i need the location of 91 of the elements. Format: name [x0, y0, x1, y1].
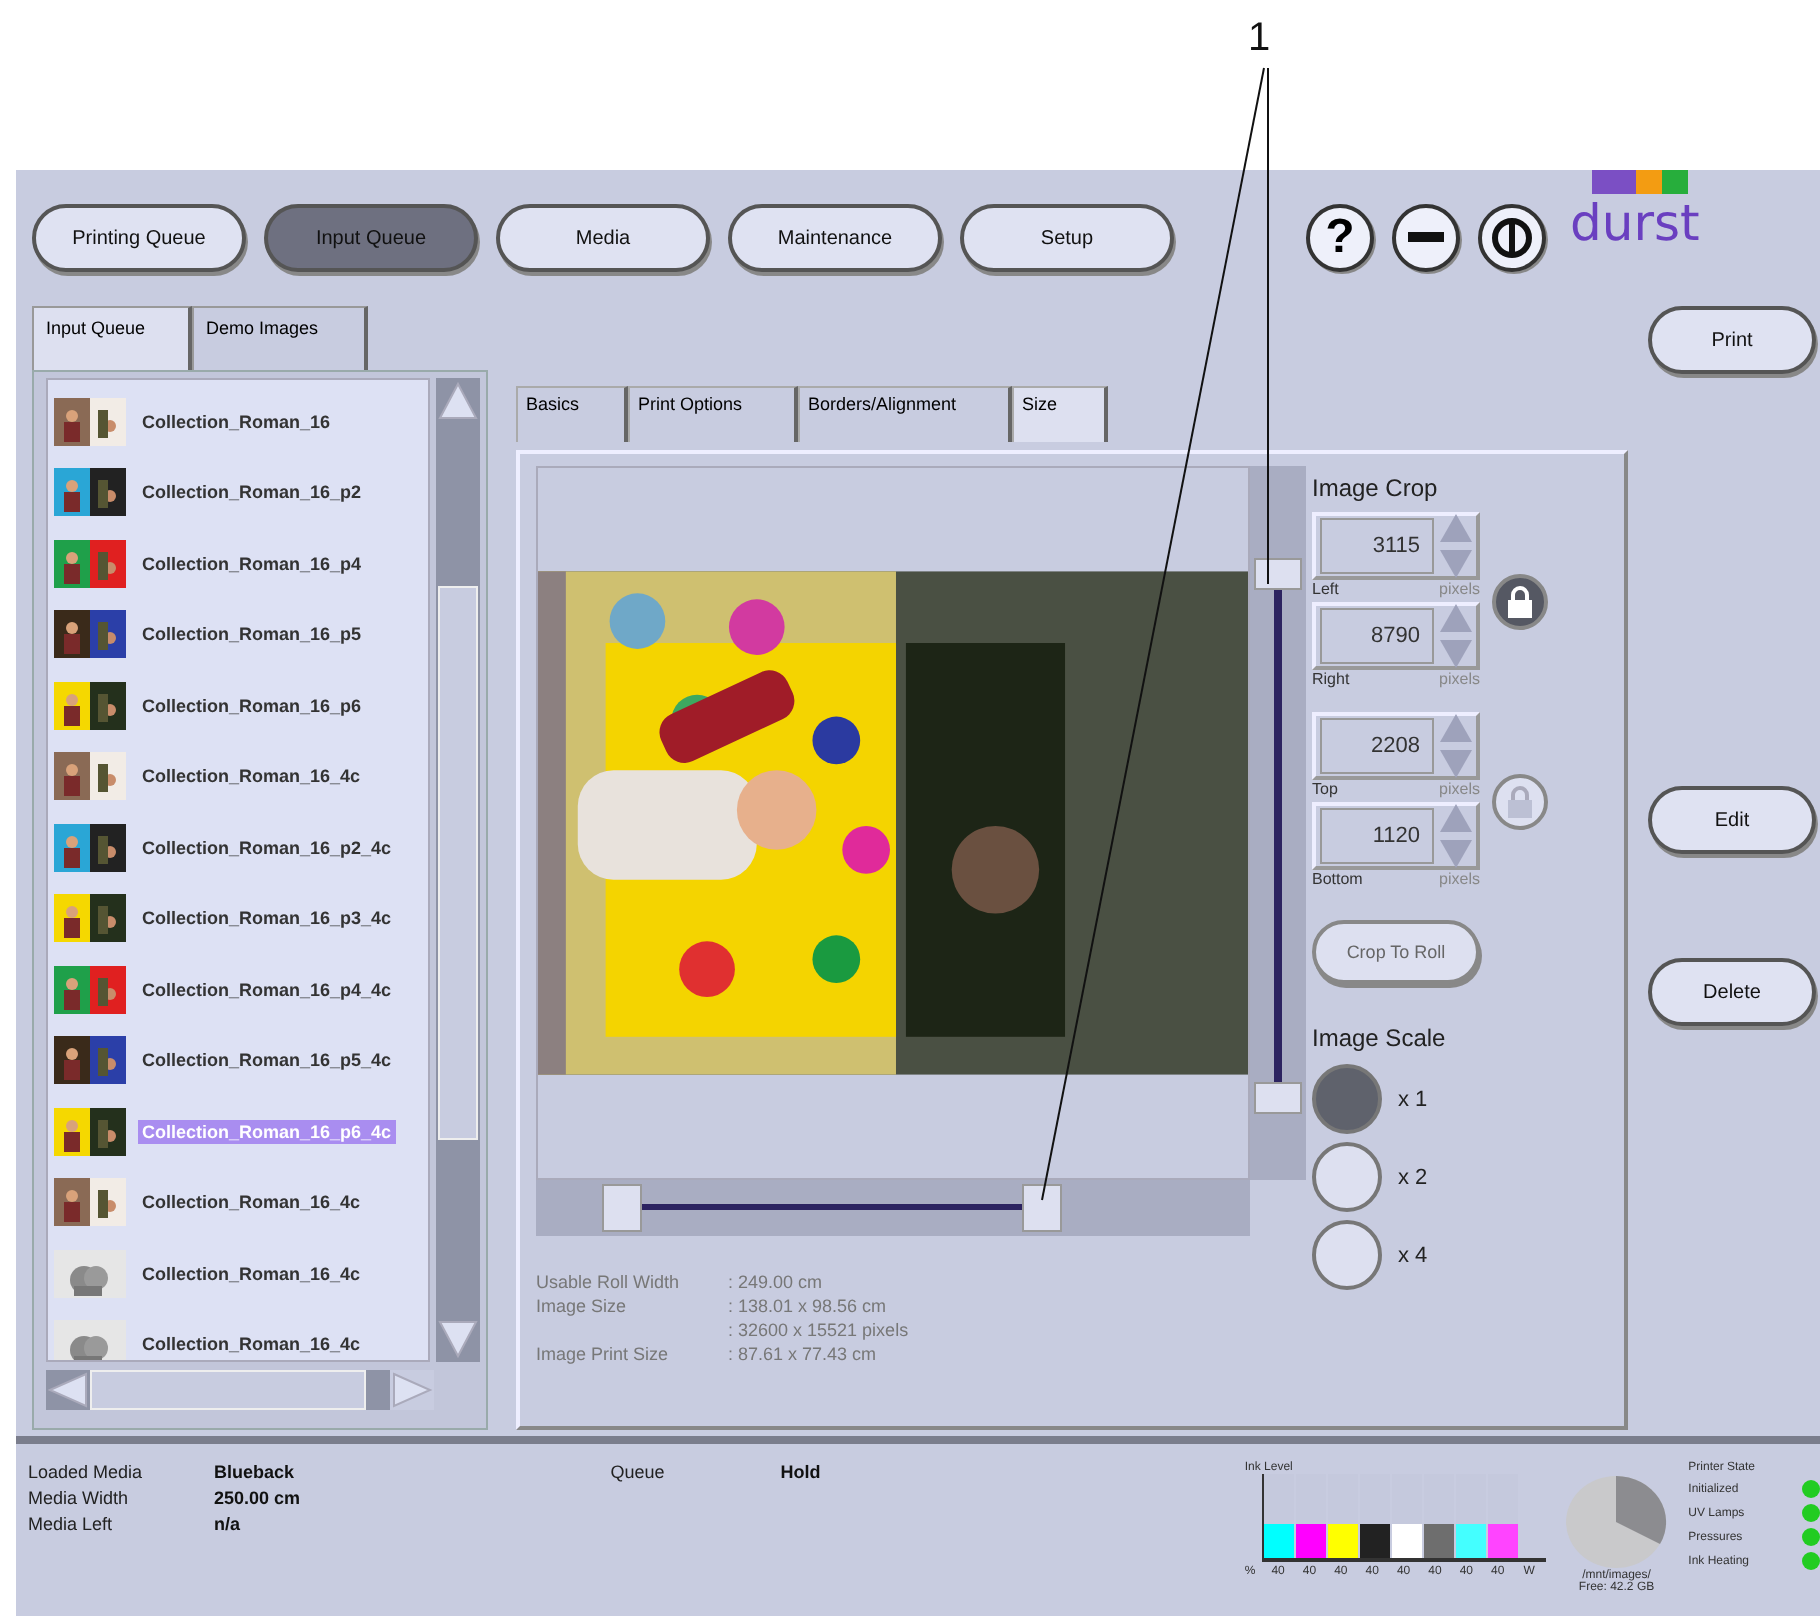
action-button[interactable]: Delete — [1648, 958, 1816, 1026]
minimize-button[interactable] — [1392, 204, 1460, 272]
spin-field[interactable]: 8790 — [1312, 602, 1480, 670]
slider-handle[interactable] — [1022, 1184, 1063, 1232]
radio-button[interactable] — [1312, 1220, 1382, 1290]
action-button[interactable]: Edit — [1648, 786, 1816, 854]
status-value: n/a — [214, 1514, 243, 1534]
field-label: Bottom — [1312, 870, 1363, 892]
nav-tab[interactable]: Printing Queue — [32, 204, 246, 272]
info-label: Usable Roll Width — [536, 1272, 682, 1292]
spin-arrows-icon — [1438, 712, 1474, 780]
section-title: Image Scale — [1312, 1024, 1448, 1052]
status-value: Hold — [780, 1462, 823, 1482]
list-item[interactable]: Collection_Roman_16_p6 — [138, 693, 366, 718]
slider-handle[interactable] — [1254, 557, 1302, 590]
help-button[interactable]: ? — [1306, 204, 1374, 272]
nav-tab[interactable]: Setup — [960, 204, 1174, 272]
radio-label: x 1 — [1398, 1087, 1428, 1111]
horizontal-slider[interactable] — [536, 1180, 1250, 1236]
callout-number: 1 — [1248, 16, 1271, 62]
status-value: Blueback — [214, 1462, 297, 1482]
info-value: : 87.61 x 77.43 cm — [728, 1344, 879, 1364]
unit-label: pixels — [1439, 780, 1480, 802]
logo-icon — [1591, 170, 1688, 194]
spin-field[interactable]: 1120 — [1312, 802, 1480, 870]
info-label: Image Print Size — [536, 1344, 671, 1364]
unit-label: pixels — [1439, 580, 1480, 602]
list-item[interactable]: Collection_Roman_16_p5 — [138, 622, 366, 647]
field-label: Top — [1312, 780, 1338, 802]
spin-arrows-icon — [1438, 512, 1474, 580]
field-label: Left — [1312, 580, 1339, 602]
list-item[interactable]: Collection_Roman_16 — [138, 409, 335, 434]
list-item[interactable]: Collection_Roman_16_p4_4c — [138, 977, 396, 1002]
nav-tab[interactable]: Maintenance — [728, 204, 942, 272]
up-arrow-icon — [436, 378, 480, 422]
status-label: Loaded Media — [28, 1462, 145, 1482]
tab[interactable]: Print Options — [628, 386, 798, 442]
left-arrow-icon — [46, 1370, 90, 1410]
list-item[interactable]: Collection_Roman_16_4c — [138, 1261, 365, 1286]
unit-label: pixels — [1439, 670, 1480, 692]
nav-tab[interactable]: Input Queue — [264, 204, 478, 272]
lock-button[interactable] — [1492, 574, 1548, 630]
list-item[interactable]: Collection_Roman_16_p3_4c — [138, 906, 396, 931]
padlock-icon — [1506, 786, 1534, 818]
tab[interactable]: Borders/Alignment — [798, 386, 1012, 442]
scrollbar[interactable] — [46, 1370, 434, 1410]
crop-to-roll-button[interactable]: Crop To Roll — [1312, 920, 1480, 984]
logo-text: durst — [1570, 194, 1700, 252]
list-item[interactable]: Collection_Roman_16_p5_4c — [138, 1048, 396, 1073]
vertical-slider[interactable] — [1250, 466, 1306, 1180]
unit-label: pixels — [1439, 870, 1480, 892]
padlock-icon — [1506, 586, 1534, 618]
tab[interactable]: Demo Images — [192, 306, 368, 370]
nav-tab[interactable]: Media — [496, 204, 710, 272]
slider-handle[interactable] — [1254, 1081, 1302, 1114]
radio-button[interactable] — [1312, 1064, 1382, 1134]
list-item[interactable]: Collection_Roman_16_4c — [138, 764, 365, 789]
info-label: Image Size — [536, 1296, 629, 1316]
status-value: 250.00 cm — [214, 1488, 303, 1508]
pie-chart-icon — [1564, 1474, 1669, 1570]
power-icon — [1490, 216, 1534, 260]
tab[interactable]: Size — [1012, 386, 1108, 442]
field-label: Right — [1312, 670, 1350, 692]
spin-arrows-icon — [1438, 602, 1474, 670]
list-item[interactable]: Collection_Roman_16_p2_4c — [138, 835, 396, 860]
status-label: Media Width — [28, 1488, 131, 1508]
radio-label: x 4 — [1398, 1243, 1428, 1267]
status-label: Queue — [610, 1462, 667, 1482]
tab[interactable]: Basics — [516, 386, 628, 442]
radio-button[interactable] — [1312, 1142, 1382, 1212]
radio-label: x 2 — [1398, 1165, 1428, 1189]
spin-arrows-icon — [1438, 802, 1474, 870]
info-value: : 138.01 x 98.56 cm — [728, 1296, 889, 1316]
list-item[interactable]: Collection_Roman_16_p4 — [138, 551, 366, 576]
status-label: Media Left — [28, 1514, 115, 1534]
action-button[interactable]: Print — [1648, 306, 1816, 374]
list-item[interactable]: Collection_Roman_16_4c — [138, 1332, 365, 1357]
list-item[interactable]: Collection_Roman_16_4c — [138, 1190, 365, 1215]
slider-handle[interactable] — [601, 1184, 642, 1232]
list-item[interactable]: Collection_Roman_16_p2 — [138, 480, 366, 505]
info-value: : 32600 x 15521 pixels — [728, 1320, 911, 1340]
info-value: : 249.00 cm — [728, 1272, 825, 1292]
spin-field[interactable]: 2208 — [1312, 712, 1480, 780]
power-button[interactable] — [1478, 204, 1546, 272]
spin-field[interactable]: 3115 — [1312, 512, 1480, 580]
right-arrow-icon — [390, 1370, 434, 1410]
tab[interactable]: Input Queue — [32, 306, 192, 370]
minus-icon — [1408, 232, 1444, 244]
section-title: Image Crop — [1312, 474, 1440, 502]
scrollbar[interactable] — [436, 378, 480, 1362]
down-arrow-icon — [436, 1318, 480, 1362]
